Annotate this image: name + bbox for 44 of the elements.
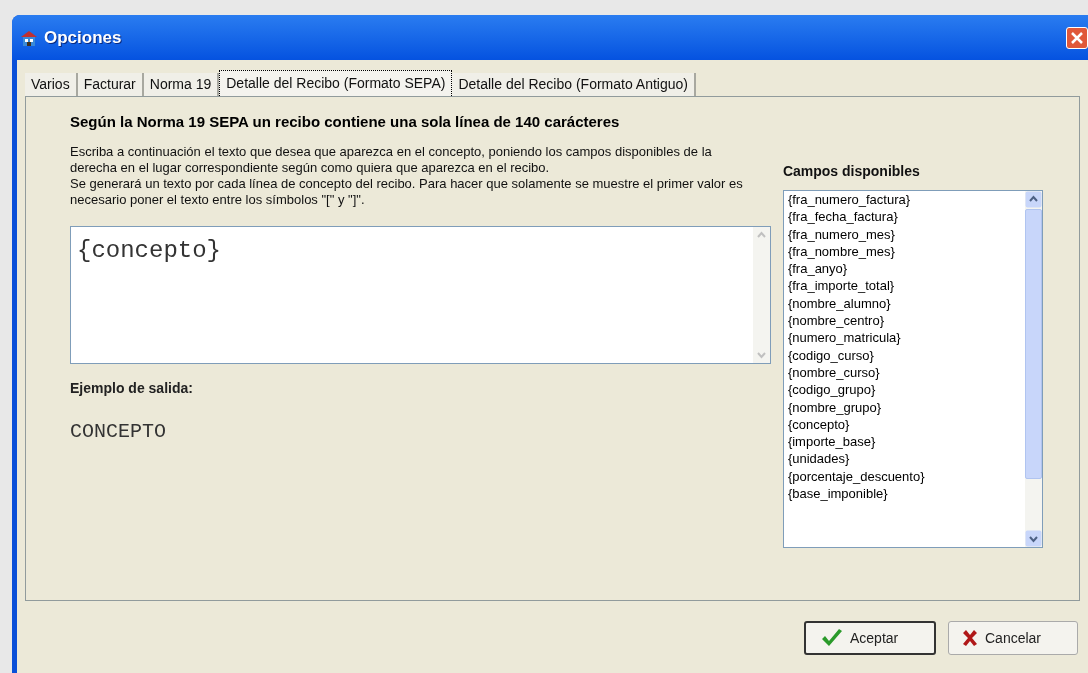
example-label: Ejemplo de salida: [70,378,194,398]
list-item[interactable]: {nombre_centro} [787,312,1025,330]
list-item[interactable]: {codigo_curso} [787,346,1025,364]
list-item[interactable]: {unidades} [787,450,1025,468]
accept-button[interactable]: Aceptar [804,621,936,655]
example-output: CONCEPTO [70,418,167,445]
scroll-thumb[interactable] [1025,209,1042,479]
list-item[interactable]: {fra_fecha_factura} [787,208,1025,226]
house-icon [20,28,38,47]
list-item[interactable]: {fra_numero_mes} [787,225,1025,243]
checkmark-icon [820,628,844,648]
list-item[interactable]: {fra_numero_factura} [787,191,1025,209]
scroll-up-icon[interactable] [1025,191,1042,208]
scroll-down-icon[interactable] [1025,530,1042,547]
list-item[interactable]: {fra_nombre_mes} [787,242,1025,261]
list-item[interactable]: {base_imponible} [787,485,1025,503]
instruction-text: Escriba a continuación el texto que desea que aparezca en el concepto, poniendo los campos disponibles de la derecha en el lugar correspondiente según como quiera que aparezca en el recibo. [70,143,713,176]
list-item[interactable]: {nombre_alumno} [787,294,1025,313]
tab[interactable]: Varios [25,73,78,96]
scrollbar[interactable] [752,226,770,363]
x-icon [961,629,979,647]
fields-list[interactable] [782,190,1043,548]
list-item[interactable]: {importe_base} [787,433,1025,451]
tab[interactable]: Facturar [77,73,144,96]
instruction-text: Se generará un texto por cada línea de concepto del recibo. Para hacer que solamente se muestre el primer valor es necesario poner el texto entre los símbolos "[" y "]". [70,175,744,208]
window-title: Opciones [44,26,122,49]
tab[interactable]: Norma 19 [143,73,220,96]
list-item[interactable]: {nombre_grupo} [787,398,1025,416]
close-icon [1070,30,1084,45]
list-title: Campos disponibles [782,162,921,181]
tab[interactable]: Detalle del Recibo (Formato SEPA) [219,70,453,96]
list-item[interactable]: {fra_anyo} [787,260,1025,278]
list-item[interactable]: {concepto} [787,415,1025,434]
cancel-button[interactable]: Cancelar [948,621,1078,655]
concept-field[interactable]: {concepto} [70,225,771,364]
list-item[interactable]: {codigo_grupo} [787,381,1025,399]
list-item[interactable]: {nombre_curso} [787,363,1025,382]
scrollbar[interactable] [1025,191,1042,547]
list-item[interactable]: {numero_matricula} [787,329,1025,347]
close-button[interactable] [1066,26,1088,49]
heading: Según la Norma 19 SEPA un recibo contiene una sola línea de 140 carácteres [70,112,621,132]
tab[interactable]: Detalle del Recibo (Formato Antiguo) [452,73,696,96]
list-item[interactable]: {porcentaje_descuento} [787,467,1025,486]
list-item[interactable]: {fra_importe_total} [787,277,1025,295]
